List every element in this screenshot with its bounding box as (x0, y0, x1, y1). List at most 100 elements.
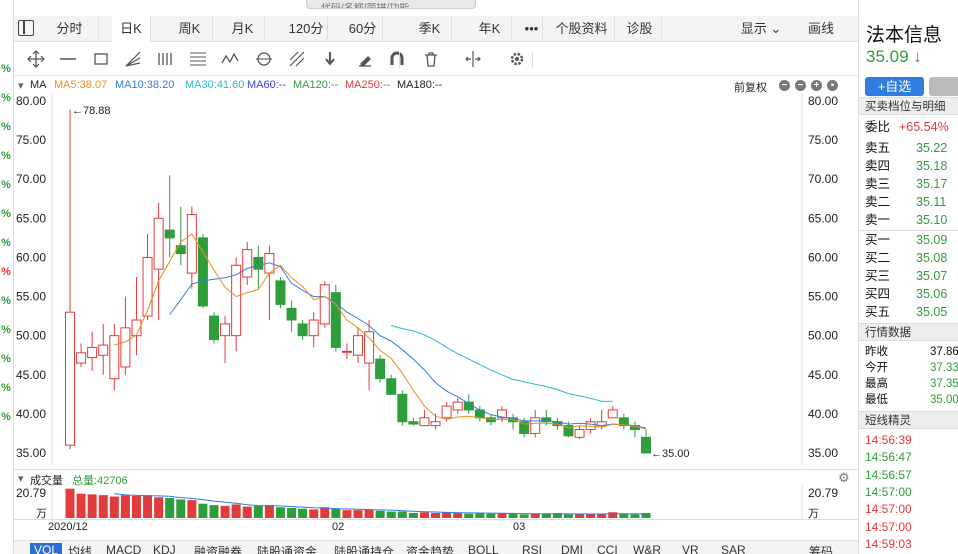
indicator-tab[interactable]: 筹码 (809, 543, 833, 554)
short-elf-time[interactable]: 14:57:00 (859, 484, 958, 501)
short-elf-time[interactable]: 14:56:39 (859, 432, 958, 449)
candle[interactable] (629, 421, 640, 438)
candle[interactable] (330, 284, 341, 352)
indicator-tab[interactable]: 资金趋势 (406, 543, 454, 554)
more-button[interactable] (929, 77, 958, 96)
candle[interactable] (353, 327, 363, 364)
magnet-icon[interactable] (386, 49, 408, 69)
volume-chart[interactable]: 20.79 20.79万万 (14, 485, 858, 521)
candle[interactable] (87, 331, 98, 371)
indicator-tab[interactable]: W&R (633, 543, 661, 554)
zoom-out-icon[interactable]: − (795, 80, 806, 91)
candle[interactable] (220, 316, 231, 364)
candle[interactable] (607, 406, 618, 419)
candle[interactable] (209, 312, 219, 344)
indicator-tab[interactable]: MACD (106, 543, 141, 554)
short-elf-time[interactable]: 14:56:57 (859, 467, 958, 484)
candle[interactable] (197, 233, 208, 309)
wave-icon[interactable] (219, 49, 241, 69)
arrow-down-icon[interactable] (319, 49, 341, 69)
candle[interactable] (186, 206, 197, 289)
gann-icon[interactable] (286, 49, 308, 69)
trash-icon[interactable] (420, 49, 442, 69)
candle[interactable] (375, 355, 386, 383)
candle[interactable] (419, 409, 430, 427)
horizontal-line-icon[interactable] (57, 49, 79, 69)
candle[interactable] (142, 233, 153, 321)
candle[interactable] (231, 257, 242, 352)
fan-icon[interactable] (122, 49, 144, 69)
tab-8[interactable]: ••• (521, 16, 543, 42)
candle[interactable] (364, 320, 375, 391)
kline-chart[interactable]: 80.00 80.00 75.00 75.00 70.00 70.00 65.00 65.00… (14, 93, 858, 465)
short-elf-time[interactable]: 14:57:00 (859, 501, 958, 518)
search-box[interactable] (306, 0, 476, 9)
candle[interactable] (618, 413, 629, 430)
candle[interactable] (308, 312, 319, 348)
indicator-tab[interactable]: KDJ (153, 543, 176, 554)
candle[interactable] (175, 206, 186, 266)
candle[interactable] (574, 425, 585, 439)
volume-settings-icon[interactable]: ⚙ (838, 470, 850, 486)
candle[interactable] (164, 175, 175, 258)
candle[interactable] (319, 280, 330, 328)
tab-6[interactable]: 季K (408, 16, 452, 42)
candle[interactable] (242, 241, 253, 285)
indicator-tab[interactable]: VOL (30, 543, 63, 554)
add-favorite-button[interactable]: +自选 (865, 77, 924, 96)
tab-2[interactable]: 周K (167, 16, 213, 42)
tab-3[interactable]: 月K (221, 16, 265, 42)
cycle-icon[interactable] (253, 49, 275, 69)
candle[interactable] (452, 398, 463, 414)
tab-0[interactable]: 分时 (41, 16, 99, 42)
indicator-tab[interactable]: 均线 (68, 543, 92, 554)
rectangle-icon[interactable] (90, 49, 112, 69)
indicator-tab[interactable]: 融资融券 (194, 543, 242, 554)
short-elf-time[interactable]: 14:57:00 (859, 519, 958, 536)
candle[interactable] (286, 300, 297, 332)
settings-icon[interactable] (506, 49, 528, 69)
indicator-tab[interactable]: 陆股通资金 (257, 543, 317, 554)
candle[interactable] (120, 296, 131, 375)
candle[interactable] (264, 245, 275, 321)
volume-toggle[interactable]: ▾ (18, 472, 24, 485)
collapse-icon[interactable]: − (779, 80, 790, 91)
display-button[interactable]: 显示 ⌄ (732, 16, 790, 42)
split-icon[interactable] (462, 49, 484, 69)
candle[interactable] (408, 417, 419, 426)
tab-1[interactable]: 日K (112, 16, 151, 42)
parallel-lines-icon[interactable] (154, 49, 176, 69)
short-elf-time[interactable]: 14:59:03 (859, 536, 958, 553)
panel-toggle-icon[interactable] (18, 20, 34, 36)
indicator-tab[interactable]: 陆股通持仓 (334, 543, 394, 554)
fibonacci-icon[interactable] (187, 49, 209, 69)
indicator-tab[interactable]: SAR (721, 543, 746, 554)
tab-7[interactable]: 年K (468, 16, 512, 42)
candle[interactable] (508, 413, 519, 430)
candle[interactable] (641, 429, 651, 454)
candle[interactable] (109, 323, 120, 391)
tab-5[interactable]: 60分 (343, 16, 383, 42)
candle[interactable] (65, 109, 75, 450)
indicator-tab[interactable]: RSI (522, 543, 542, 554)
indicator-tab[interactable]: CCI (597, 543, 618, 554)
tab-10[interactable]: 诊股 (618, 16, 662, 42)
candle[interactable] (297, 320, 308, 340)
indicator-tab[interactable]: DMI (561, 543, 583, 554)
candle[interactable] (98, 323, 109, 375)
draw-button[interactable]: 画线 (792, 16, 850, 42)
zoom-in-icon[interactable]: + (811, 80, 822, 91)
indicator-tab[interactable]: BOLL (468, 543, 499, 554)
candle[interactable] (275, 277, 286, 309)
candle[interactable] (397, 390, 408, 426)
candle[interactable] (341, 343, 352, 360)
candle[interactable] (585, 417, 596, 434)
crosshair-icon[interactable] (25, 49, 47, 69)
tab-4[interactable]: 120分 (285, 16, 328, 42)
indicator-tab[interactable]: VR (682, 543, 699, 554)
eraser-icon[interactable] (354, 49, 376, 69)
candle[interactable] (76, 343, 87, 367)
restore-icon[interactable]: ▪ (827, 80, 838, 91)
candle[interactable] (386, 374, 397, 395)
candle[interactable] (253, 245, 264, 289)
